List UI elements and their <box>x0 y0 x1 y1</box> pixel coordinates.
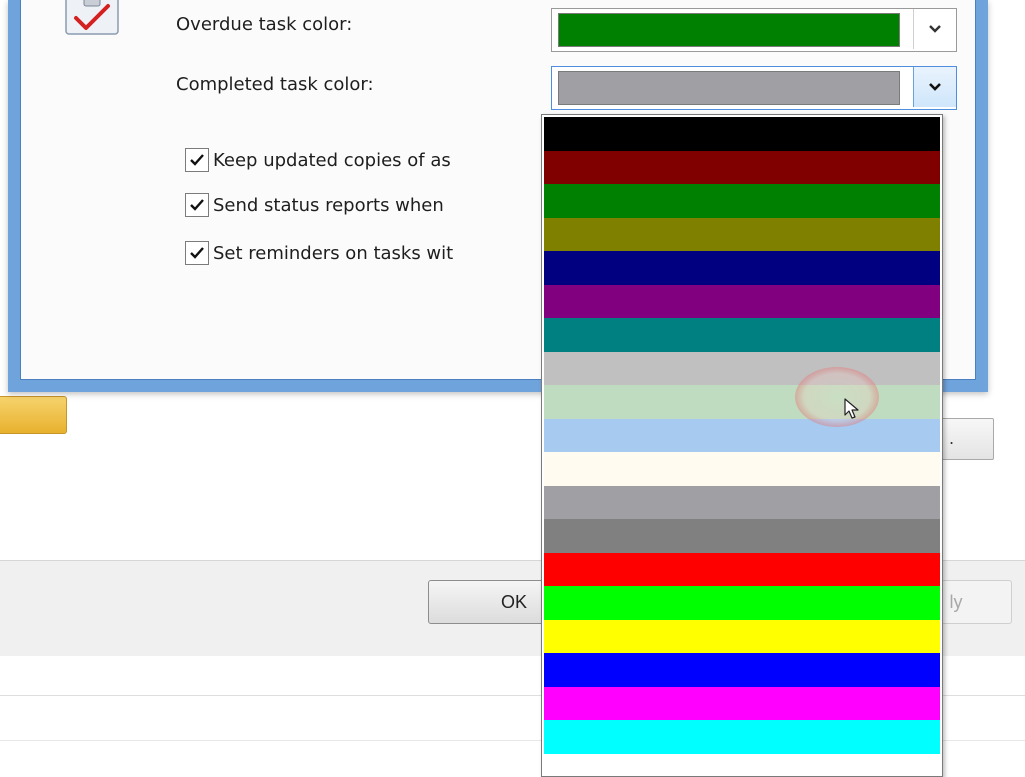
send-status-reports-option[interactable]: Send status reports when <box>185 190 444 220</box>
clipboard-checkmark-icon <box>64 0 120 36</box>
overdue-color-label: Overdue task color: <box>176 14 352 35</box>
color-option[interactable] <box>544 553 940 587</box>
mouse-pointer-icon <box>844 398 860 420</box>
checkmark-icon <box>189 153 205 167</box>
set-reminders-option[interactable]: Set reminders on tasks wit <box>185 238 453 268</box>
checkbox[interactable] <box>185 241 209 265</box>
color-option[interactable] <box>544 385 940 419</box>
color-option[interactable] <box>544 117 940 151</box>
color-option[interactable] <box>544 519 940 553</box>
checkbox-label: Set reminders on tasks wit <box>213 243 453 264</box>
folder-icon <box>0 396 67 434</box>
color-option[interactable] <box>544 687 940 721</box>
overdue-color-swatch <box>558 13 900 47</box>
checkbox[interactable] <box>185 193 209 217</box>
completed-color-label: Completed task color: <box>176 74 374 95</box>
color-option[interactable] <box>544 251 940 285</box>
color-option[interactable] <box>544 285 940 319</box>
cursor-highlight <box>795 367 879 427</box>
checkbox-label: Keep updated copies of as <box>213 150 451 171</box>
dropdown-arrow[interactable] <box>913 67 956 107</box>
color-option[interactable] <box>544 218 940 252</box>
completed-color-swatch <box>558 71 900 105</box>
color-option[interactable] <box>544 452 940 486</box>
dropdown-arrow[interactable] <box>913 9 956 49</box>
checkmark-icon <box>189 198 205 212</box>
completed-color-select[interactable] <box>551 66 957 110</box>
checkbox-label: Send status reports when <box>213 195 444 216</box>
color-option[interactable] <box>544 653 940 687</box>
color-option[interactable] <box>544 184 940 218</box>
color-option[interactable] <box>544 318 940 352</box>
color-option[interactable] <box>544 720 940 754</box>
side-button-label: . <box>949 429 954 448</box>
color-option[interactable] <box>544 419 940 453</box>
color-option[interactable] <box>544 151 940 185</box>
color-dropdown-list[interactable] <box>541 114 943 777</box>
color-option[interactable] <box>544 486 940 520</box>
keep-updated-copies-option[interactable]: Keep updated copies of as <box>185 145 451 175</box>
checkbox[interactable] <box>185 148 209 172</box>
color-option[interactable] <box>544 754 940 777</box>
chevron-down-icon <box>928 82 942 92</box>
overdue-color-select[interactable] <box>551 8 957 52</box>
color-option[interactable] <box>544 586 940 620</box>
checkmark-icon <box>189 246 205 260</box>
color-option[interactable] <box>544 352 940 386</box>
color-option[interactable] <box>544 620 940 654</box>
chevron-down-icon <box>928 24 942 34</box>
